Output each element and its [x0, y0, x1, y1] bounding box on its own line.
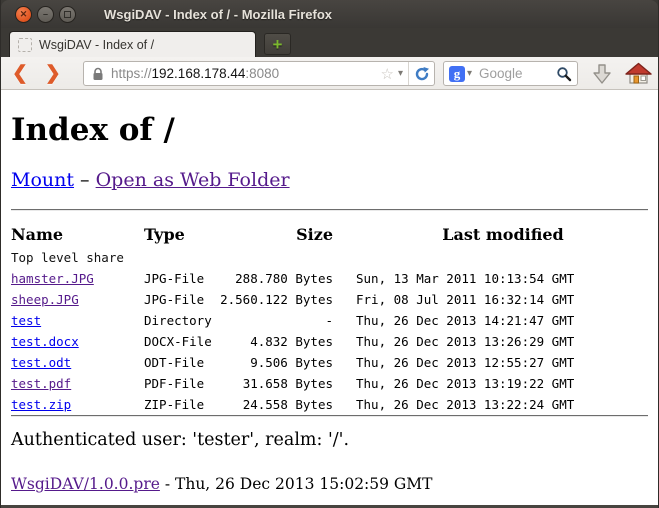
url-text: https://192.168.178.44:8080	[111, 66, 379, 81]
top-divider	[11, 209, 648, 211]
open-as-web-folder-link[interactable]: Open as Web Folder	[96, 169, 290, 191]
url-bar[interactable]: https://192.168.178.44:8080 ☆ ▾	[83, 61, 435, 86]
file-link[interactable]: test.pdf	[11, 376, 71, 391]
favicon-placeholder-icon	[18, 38, 32, 52]
mount-link[interactable]: Mount	[11, 169, 74, 191]
file-link[interactable]: test.docx	[11, 334, 79, 349]
file-size: 288.780 Bytes	[216, 268, 333, 289]
file-link[interactable]: sheep.JPG	[11, 292, 79, 307]
file-size: 9.506 Bytes	[216, 352, 333, 373]
table-row: test Directory - Thu, 26 Dec 2013 14:21:…	[11, 310, 648, 331]
home-button[interactable]	[625, 62, 652, 86]
title-bar: ✕ – WsgiDAV - Index of / - Mozilla Firef…	[1, 0, 658, 28]
url-port: :8080	[245, 66, 279, 81]
header-size: Size	[216, 225, 333, 244]
file-table-body: hamster.JPG JPG-File 288.780 Bytes Sun, …	[11, 268, 648, 415]
table-row: hamster.JPG JPG-File 288.780 Bytes Sun, …	[11, 268, 648, 289]
url-host: 192.168.178.44	[152, 66, 246, 81]
table-row: test.odt ODT-File 9.506 Bytes Thu, 26 De…	[11, 352, 648, 373]
maximize-button[interactable]	[59, 6, 76, 23]
file-type: ZIP-File	[144, 394, 216, 415]
link-separator: –	[74, 169, 96, 191]
file-modified: Thu, 26 Dec 2013 13:22:24 GMT	[348, 394, 658, 415]
url-dropdown-icon[interactable]: ▾	[398, 68, 403, 79]
file-size: 2.560.122 Bytes	[216, 289, 333, 310]
header-type: Type	[144, 225, 216, 244]
table-row: test.zip ZIP-File 24.558 Bytes Thu, 26 D…	[11, 394, 648, 415]
google-favicon-icon: g	[449, 66, 465, 82]
table-row: sheep.JPG JPG-File 2.560.122 Bytes Fri, …	[11, 289, 648, 310]
tab-title: WsgiDAV - Index of /	[39, 38, 154, 52]
generated-timestamp: - Thu, 26 Dec 2013 15:02:59 GMT	[160, 475, 433, 493]
page-title: Index of /	[11, 112, 648, 148]
page-nav-links: Mount – Open as Web Folder	[11, 169, 648, 191]
file-link[interactable]: test	[11, 313, 41, 328]
url-scheme: https://	[111, 66, 152, 81]
downloads-button[interactable]	[590, 62, 614, 86]
file-table-header: Name Type Size Last modified	[11, 225, 648, 244]
browser-window: ✕ – WsgiDAV - Index of / - Mozilla Firef…	[0, 0, 659, 508]
file-type: JPG-File	[144, 268, 216, 289]
reload-button[interactable]	[408, 62, 430, 85]
file-modified: Sun, 13 Mar 2011 10:13:54 GMT	[348, 268, 658, 289]
file-modified: Thu, 26 Dec 2013 12:55:27 GMT	[348, 352, 658, 373]
file-modified: Thu, 26 Dec 2013 14:21:47 GMT	[348, 310, 658, 331]
file-size: -	[216, 310, 333, 331]
file-size: 31.658 Bytes	[216, 373, 333, 394]
file-link[interactable]: hamster.JPG	[11, 271, 94, 286]
file-type: PDF-File	[144, 373, 216, 394]
search-bar[interactable]: g ▾ Google	[443, 61, 578, 86]
search-magnifier-icon[interactable]	[556, 66, 572, 82]
table-row: test.pdf PDF-File 31.658 Bytes Thu, 26 D…	[11, 373, 648, 394]
search-engine-dropdown-icon[interactable]: ▾	[467, 68, 472, 79]
navigation-toolbar: ❮ ❯ https://192.168.178.44:8080 ☆ ▾ g ▾	[1, 57, 658, 90]
window-controls: ✕ –	[15, 6, 76, 23]
page-content: Index of / Mount – Open as Web Folder Na…	[1, 90, 658, 508]
table-row: test.docx DOCX-File 4.832 Bytes Thu, 26 …	[11, 331, 648, 352]
file-type: JPG-File	[144, 289, 216, 310]
file-type: ODT-File	[144, 352, 216, 373]
file-link[interactable]: test.zip	[11, 397, 71, 412]
bottom-divider	[11, 415, 648, 417]
file-size: 24.558 Bytes	[216, 394, 333, 415]
share-label: Top level share	[11, 248, 648, 268]
new-tab-button[interactable]: +	[264, 33, 291, 55]
back-button[interactable]: ❮	[12, 64, 28, 83]
search-input[interactable]: Google	[479, 66, 556, 81]
file-type: Directory	[144, 310, 216, 331]
auth-status-text: Authenticated user: 'tester', realm: '/'…	[11, 430, 648, 450]
header-last-modified: Last modified	[348, 225, 658, 244]
file-modified: Thu, 26 Dec 2013 13:19:22 GMT	[348, 373, 658, 394]
server-footer: WsgiDAV/1.0.0.pre - Thu, 26 Dec 2013 15:…	[11, 475, 648, 493]
tab-bar: WsgiDAV - Index of / +	[1, 28, 658, 57]
file-type: DOCX-File	[144, 331, 216, 352]
window-title: WsgiDAV - Index of / - Mozilla Firefox	[104, 7, 332, 22]
file-modified: Thu, 26 Dec 2013 13:26:29 GMT	[348, 331, 658, 352]
header-name: Name	[11, 225, 144, 244]
file-modified: Fri, 08 Jul 2011 16:32:14 GMT	[348, 289, 658, 310]
tab-wsgidav[interactable]: WsgiDAV - Index of /	[9, 31, 256, 57]
bookmark-star-icon[interactable]: ☆	[381, 65, 394, 83]
close-button[interactable]: ✕	[15, 6, 32, 23]
file-size: 4.832 Bytes	[216, 331, 333, 352]
lock-icon	[92, 67, 104, 81]
minimize-button[interactable]: –	[37, 6, 54, 23]
wsgidav-version-link[interactable]: WsgiDAV/1.0.0.pre	[11, 475, 160, 493]
forward-button[interactable]: ❯	[45, 64, 61, 83]
maximize-icon	[64, 11, 71, 18]
file-link[interactable]: test.odt	[11, 355, 71, 370]
